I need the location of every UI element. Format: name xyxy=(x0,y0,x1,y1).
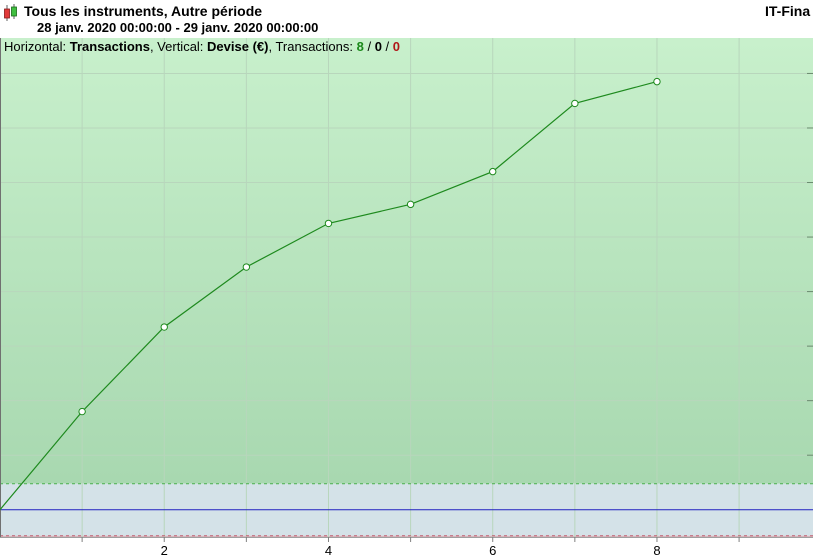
candlestick-icon xyxy=(4,4,17,21)
transactions-losing: 0 xyxy=(392,39,400,54)
x-tick-label: 4 xyxy=(325,543,332,558)
transactions-label: , Transactions: xyxy=(268,39,357,54)
x-axis-area xyxy=(0,537,813,559)
transactions-total: 8 xyxy=(356,39,364,54)
data-point[interactable] xyxy=(160,323,168,331)
data-point[interactable] xyxy=(78,407,86,416)
horizontal-label: Horizontal: xyxy=(4,39,70,54)
separator: / xyxy=(381,39,393,54)
x-tick-label: 6 xyxy=(489,543,496,558)
data-point[interactable] xyxy=(653,77,661,86)
axis-info: Horizontal: Transactions, Vertical: Devi… xyxy=(4,39,400,54)
horizontal-value: Transactions xyxy=(69,39,150,54)
period-range: 28 janv. 2020 00:00:00 - 29 janv. 2020 0… xyxy=(37,20,319,35)
transactions-neutral: 0 xyxy=(374,39,382,54)
chart-title: Tous les instruments, Autre période xyxy=(24,3,263,19)
vertical-label: , Vertical: xyxy=(149,39,208,54)
x-tick-label: 2 xyxy=(161,543,168,558)
vertical-value: Devise (€) xyxy=(207,39,269,54)
data-point[interactable] xyxy=(324,219,333,228)
separator: / xyxy=(363,39,375,54)
data-point[interactable] xyxy=(406,200,415,209)
brand-label: IT-Fina xyxy=(765,3,811,19)
equity-chart[interactable]: 2 4 6 8 xyxy=(0,38,813,559)
x-tick-label: 8 xyxy=(653,543,660,558)
data-point[interactable] xyxy=(571,99,579,108)
data-point[interactable] xyxy=(242,263,251,271)
gain-zone xyxy=(0,38,813,484)
data-point[interactable] xyxy=(489,167,497,176)
chart-header: Tous les instruments, Autre période 28 j… xyxy=(0,0,813,39)
